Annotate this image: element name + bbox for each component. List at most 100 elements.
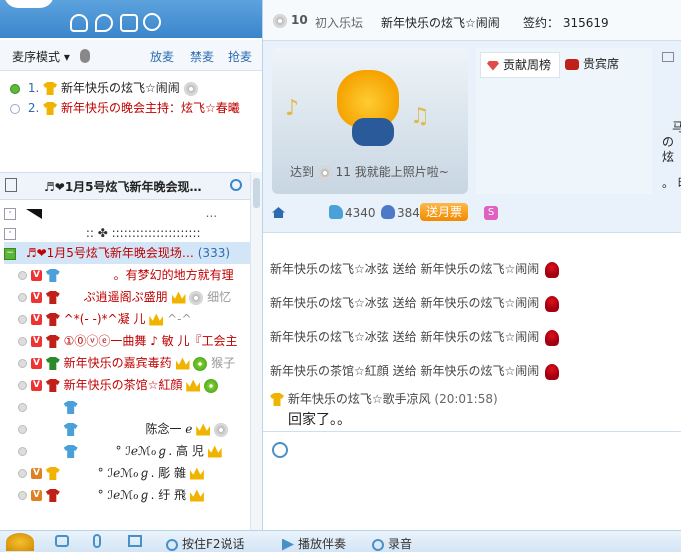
shirt-icon	[45, 335, 60, 348]
flower-icon[interactable]	[381, 205, 395, 219]
home-icon[interactable]	[272, 207, 285, 218]
side-text: 马	[672, 120, 681, 134]
message-icon[interactable]	[662, 52, 674, 62]
member-extra: 猴子	[211, 356, 236, 370]
crown-icon	[189, 489, 204, 502]
v-badge: V	[31, 314, 42, 325]
member-row[interactable]: V 新年快乐の嘉宾毒药 猴子	[4, 352, 254, 374]
release-mic-link[interactable]: 放麦	[150, 48, 174, 65]
photo-caption: 达到 11 我就能上照片啦~	[290, 163, 449, 180]
checkin-value: 315619	[562, 16, 609, 30]
disc-icon	[214, 422, 229, 437]
member-name: 陈念一 ℯ	[145, 422, 193, 436]
status-dot	[18, 271, 27, 280]
member-row[interactable]	[4, 396, 254, 418]
tree-row[interactable]: · :: ✤ ::::::::::::::::::::::	[4, 222, 254, 244]
crown-icon	[196, 423, 211, 436]
play-accompaniment-button[interactable]: 播放伴奏	[282, 535, 346, 552]
disc-icon	[183, 81, 198, 96]
member-row[interactable]: V ①⓪ⓥⓔ一曲舞 ♪ 敏 儿『工会主	[4, 330, 254, 352]
member-row[interactable]: V 新年快乐の茶馆☆紅顔	[4, 374, 254, 396]
member-row[interactable]: V 。有梦幻的地方就有理	[4, 264, 254, 286]
checkin-label: 签约：	[523, 16, 560, 30]
gift-sender: 新年快乐の炫飞☆冰弦	[270, 296, 389, 310]
member-row[interactable]: V ° ℐℯℳℴℊ. 彫 雜	[4, 462, 254, 484]
grab-mic-link[interactable]: 抢麦	[228, 48, 252, 65]
crown-icon	[171, 291, 186, 304]
settings-icon[interactable]	[128, 535, 142, 547]
speaker-icon[interactable]	[55, 535, 69, 547]
side-text: 。 昳	[662, 176, 681, 190]
s-badge[interactable]: S	[484, 206, 498, 220]
active-channel-count: (333)	[197, 246, 231, 260]
member-list-scrollbar[interactable]	[250, 172, 262, 530]
shirt-icon	[46, 401, 60, 414]
rank-title: 初入乐坛	[315, 16, 364, 30]
level-disc-icon	[273, 14, 287, 28]
speak-icon	[166, 538, 178, 551]
active-channel-row[interactable]: − ♬❤1月5号炫飞新年晚会现场… (333)	[4, 242, 250, 264]
record-icon	[372, 538, 384, 551]
member-row[interactable]: V ° ℐℯℳℴℊ. 纡 飛	[4, 484, 254, 506]
mic-icon[interactable]	[93, 534, 101, 548]
bottom-toolbar: 按住F2说话 播放伴奏 录音	[0, 530, 681, 552]
location-icon[interactable]	[95, 14, 113, 32]
rose-icon	[545, 261, 560, 278]
member-row[interactable]: ° ℐℯℳℴℊ. 高 児	[4, 440, 254, 462]
v-badge: V	[31, 292, 42, 303]
member-row[interactable]: V ^*(- -)*^凝 儿 ^-^	[4, 308, 254, 330]
note-icon[interactable]	[120, 14, 138, 32]
shirt-icon	[45, 313, 60, 326]
message-text: 回家了。。	[288, 412, 351, 428]
channel-title: ♬❤1月5号炫飞新年晚会现…	[44, 180, 202, 194]
mic-muted-icon[interactable]	[80, 49, 90, 63]
queue-name: 新年快乐の晚会主持：炫飞☆春曦	[60, 101, 240, 115]
thumb-up-icon[interactable]	[329, 205, 343, 219]
mic-mode-dropdown[interactable]: 麦序模式 ▾	[12, 48, 70, 65]
tree-row[interactable]: · ...	[4, 202, 254, 224]
gift-verb: 送给	[392, 296, 417, 310]
gift-receiver: 新年快乐の炫飞☆闹闹	[420, 262, 540, 276]
chat-input-area[interactable]	[263, 431, 681, 531]
member-row[interactable]: 陈念一 ℯ	[4, 418, 254, 440]
crown-icon	[186, 379, 201, 392]
gift-receiver: 新年快乐の炫飞☆闹闹	[420, 364, 540, 378]
speak-button[interactable]: 按住F2说话	[166, 535, 245, 552]
likes-count: 4340	[345, 206, 376, 220]
message-sender[interactable]: 新年快乐の炫飞☆歌手凉风	[288, 392, 431, 406]
gift-verb: 送给	[392, 364, 417, 378]
side-text: 炫	[662, 150, 675, 164]
tab-vip-label: 贵宾席	[583, 57, 620, 71]
send-ticket-button[interactable]: 送月票	[420, 203, 468, 221]
tab-contribution[interactable]: 贡献周榜	[480, 52, 560, 78]
search-icon[interactable]	[143, 13, 161, 31]
shirt-icon	[45, 357, 60, 370]
tab-vip[interactable]: 贵宾席	[565, 52, 635, 76]
scroll-thumb[interactable]	[253, 178, 260, 208]
collapse-icon[interactable]: −	[4, 247, 16, 260]
user-icon[interactable]	[70, 14, 88, 32]
locate-icon[interactable]	[230, 179, 242, 191]
avatar[interactable]	[6, 533, 34, 551]
gift-receiver: 新年快乐の炫飞☆闹闹	[420, 296, 540, 310]
rose-icon	[545, 295, 560, 312]
shirt-icon	[45, 379, 60, 392]
vip-shirt-icon	[270, 393, 284, 406]
emoji-icon[interactable]	[272, 442, 288, 458]
expand-icon[interactable]: ·	[4, 227, 16, 240]
expand-icon[interactable]: ·	[4, 207, 16, 220]
caption-prefix: 达到	[290, 165, 315, 179]
queue-item[interactable]: 2. 新年快乐の晚会主持：炫飞☆春曦	[10, 98, 240, 118]
queue-item[interactable]: 1. 新年快乐の炫飞☆闹闹	[10, 78, 198, 98]
member-row[interactable]: V ぷ逍遥阁ぷ盛朋 细忆	[4, 286, 254, 308]
user-name[interactable]: 新年快乐の炫飞☆闹闹	[381, 14, 500, 31]
status-dot	[18, 491, 27, 500]
ban-mic-link[interactable]: 禁麦	[190, 48, 214, 65]
vip-shirt-icon	[43, 82, 58, 95]
gift-verb: 送给	[392, 262, 417, 276]
gift-message: 新年快乐の炫飞☆冰弦 送给 新年快乐の炫飞☆闹闹	[270, 260, 560, 278]
gift-message: 新年快乐の炫飞☆冰弦 送给 新年快乐の炫飞☆闹闹	[270, 294, 560, 312]
record-button[interactable]: 录音	[372, 535, 412, 552]
channel-title-bar[interactable]: ♬❤1月5号炫飞新年晚会现…	[0, 172, 262, 200]
list-icon[interactable]	[5, 178, 17, 192]
